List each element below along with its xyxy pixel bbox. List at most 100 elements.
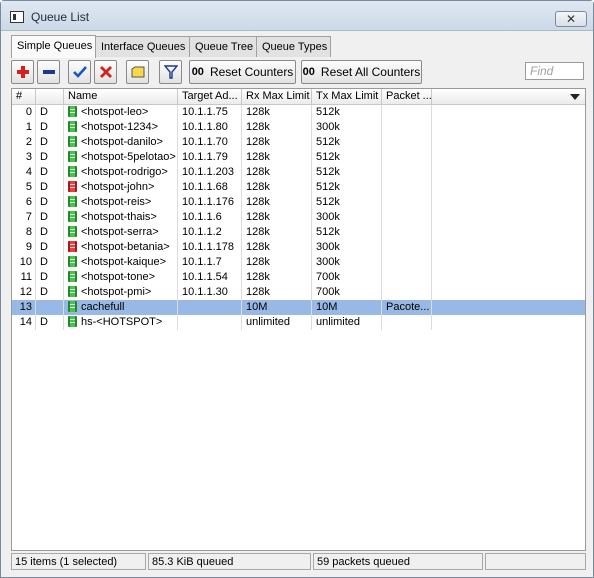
cell-name: <hotspot-kaique> (64, 255, 178, 270)
queue-icon (68, 211, 77, 222)
cell-name: <hotspot-5pelotao> (64, 150, 178, 165)
cell-flag: D (36, 270, 64, 285)
table-row[interactable]: 10 D <hotspot-kaique> 10.1.1.7 128k 300k (12, 255, 585, 270)
close-button[interactable]: ✕ (555, 11, 587, 27)
queue-name: cachefull (81, 301, 125, 313)
comment-button[interactable] (126, 60, 149, 84)
table-row[interactable]: 9 D <hotspot-betania> 10.1.1.178 128k 300k (12, 240, 585, 255)
queue-name: <hotspot-serra> (81, 226, 159, 238)
cross-icon (99, 66, 112, 78)
cell-rx-max: 128k (242, 150, 312, 165)
cell-packet (382, 120, 432, 135)
table-body: 0 D <hotspot-leo> 10.1.1.75 128k 512k 1 D <hotsp… (12, 105, 585, 330)
title-bar[interactable]: Queue List ✕ (1, 1, 593, 31)
queue-icon (68, 121, 77, 132)
counter-icon: 00 (302, 66, 315, 78)
cell-number: 12 (12, 285, 36, 300)
column-header-rx-max[interactable]: Rx Max Limit (242, 89, 312, 105)
column-header-packet[interactable]: Packet ... (382, 89, 432, 105)
cell-number: 5 (12, 180, 36, 195)
cell-packet (382, 180, 432, 195)
filter-icon (163, 65, 178, 79)
cell-number: 13 (12, 300, 36, 315)
table-row[interactable]: 14 Dhs-<HOTSPOT> unlimited unlimited (12, 315, 585, 330)
queue-name: <hotspot-leo> (81, 106, 149, 118)
tab-interface-queues[interactable]: Interface Queues (95, 36, 190, 57)
status-items: 15 items (1 selected) (11, 553, 146, 570)
cell-target: 10.1.1.176 (178, 195, 242, 210)
table-row[interactable]: 12 D <hotspot-pmi> 10.1.1.30 128k 700k (12, 285, 585, 300)
cell-tx-max: 512k (312, 165, 382, 180)
cell-flag: D (36, 150, 64, 165)
cell-target: 10.1.1.30 (178, 285, 242, 300)
column-header-name[interactable]: Name (64, 89, 178, 105)
cell-tx-max: 512k (312, 180, 382, 195)
window-title: Queue List (31, 10, 90, 24)
column-header-number[interactable]: # (12, 89, 36, 105)
column-header-tx-max[interactable]: Tx Max Limit (312, 89, 382, 105)
cell-number: 14 (12, 315, 36, 330)
reset-all-counters-label: Reset All Counters (320, 65, 421, 79)
cell-target (178, 315, 242, 330)
cell-tx-max: 512k (312, 225, 382, 240)
table-row[interactable]: 3 D <hotspot-5pelotao> 10.1.1.79 128k 512k (12, 150, 585, 165)
queue-icon (68, 136, 77, 147)
table-row[interactable]: 0 D <hotspot-leo> 10.1.1.75 128k 512k (12, 105, 585, 120)
filter-button[interactable] (159, 60, 182, 84)
table-row[interactable]: 2 D <hotspot-danilo> 10.1.1.70 128k 512k (12, 135, 585, 150)
cell-flag: D (36, 255, 64, 270)
tab-queue-tree[interactable]: Queue Tree (189, 36, 257, 57)
cell-tx-max: 10M (312, 300, 382, 315)
cell-flag: D (36, 210, 64, 225)
cell-number: 6 (12, 195, 36, 210)
cell-packet (382, 315, 432, 330)
checkmark-icon (72, 66, 87, 78)
table-row[interactable]: 13 cachefull 10M 10M Pacote... (12, 300, 585, 315)
cell-name: <hotspot-thais> (64, 210, 178, 225)
find-input[interactable] (525, 62, 584, 80)
queue-icon (68, 106, 77, 117)
cell-packet (382, 255, 432, 270)
table-row[interactable]: 1 D <hotspot-1234> 10.1.1.80 128k 300k (12, 120, 585, 135)
column-menu-icon[interactable] (565, 89, 585, 105)
cell-rx-max: 128k (242, 210, 312, 225)
cell-number: 3 (12, 150, 36, 165)
reset-all-counters-button[interactable]: 00 Reset All Counters (301, 60, 422, 84)
table-row[interactable]: 6 D <hotspot-reis> 10.1.1.176 128k 512k (12, 195, 585, 210)
add-button[interactable] (11, 60, 34, 84)
table-header: # Name Target Ad... Rx Max Limit Tx Max … (12, 89, 585, 105)
queue-icon (68, 241, 77, 252)
tab-queue-types[interactable]: Queue Types (256, 36, 331, 57)
minus-icon (42, 70, 55, 74)
table-row[interactable]: 4 D <hotspot-rodrigo> 10.1.1.203 128k 512k (12, 165, 585, 180)
table-row[interactable]: 5 D <hotspot-john> 10.1.1.68 128k 512k (12, 180, 585, 195)
tab-simple-queues[interactable]: Simple Queues (11, 35, 96, 58)
cell-flag: D (36, 315, 64, 330)
cell-flag: D (36, 165, 64, 180)
cell-name: <hotspot-betania> (64, 240, 178, 255)
table-row[interactable]: 8 D <hotspot-serra> 10.1.1.2 128k 512k (12, 225, 585, 240)
cell-target: 10.1.1.80 (178, 120, 242, 135)
cell-number: 8 (12, 225, 36, 240)
cell-number: 2 (12, 135, 36, 150)
queue-name: hs-<HOTSPOT> (81, 316, 163, 328)
cell-name: <hotspot-rodrigo> (64, 165, 178, 180)
queue-name: <hotspot-rodrigo> (81, 166, 168, 178)
enable-button[interactable] (68, 60, 91, 84)
disable-button[interactable] (94, 60, 117, 84)
queue-table: # Name Target Ad... Rx Max Limit Tx Max … (11, 88, 586, 551)
queue-icon (68, 151, 77, 162)
column-header-target[interactable]: Target Ad... (178, 89, 242, 105)
reset-counters-button[interactable]: 00 Reset Counters (189, 60, 296, 84)
column-header-flags[interactable] (36, 89, 64, 105)
table-row[interactable]: 7 D <hotspot-thais> 10.1.1.6 128k 300k (12, 210, 585, 225)
remove-button[interactable] (37, 60, 60, 84)
cell-packet (382, 195, 432, 210)
cell-rx-max: 128k (242, 105, 312, 120)
table-row[interactable]: 11 D <hotspot-tone> 10.1.1.54 128k 700k (12, 270, 585, 285)
status-queued-bytes: 85.3 KiB queued (148, 553, 311, 570)
cell-number: 4 (12, 165, 36, 180)
cell-name: <hotspot-danilo> (64, 135, 178, 150)
cell-tx-max: 300k (312, 210, 382, 225)
queue-name: <hotspot-1234> (81, 121, 159, 133)
